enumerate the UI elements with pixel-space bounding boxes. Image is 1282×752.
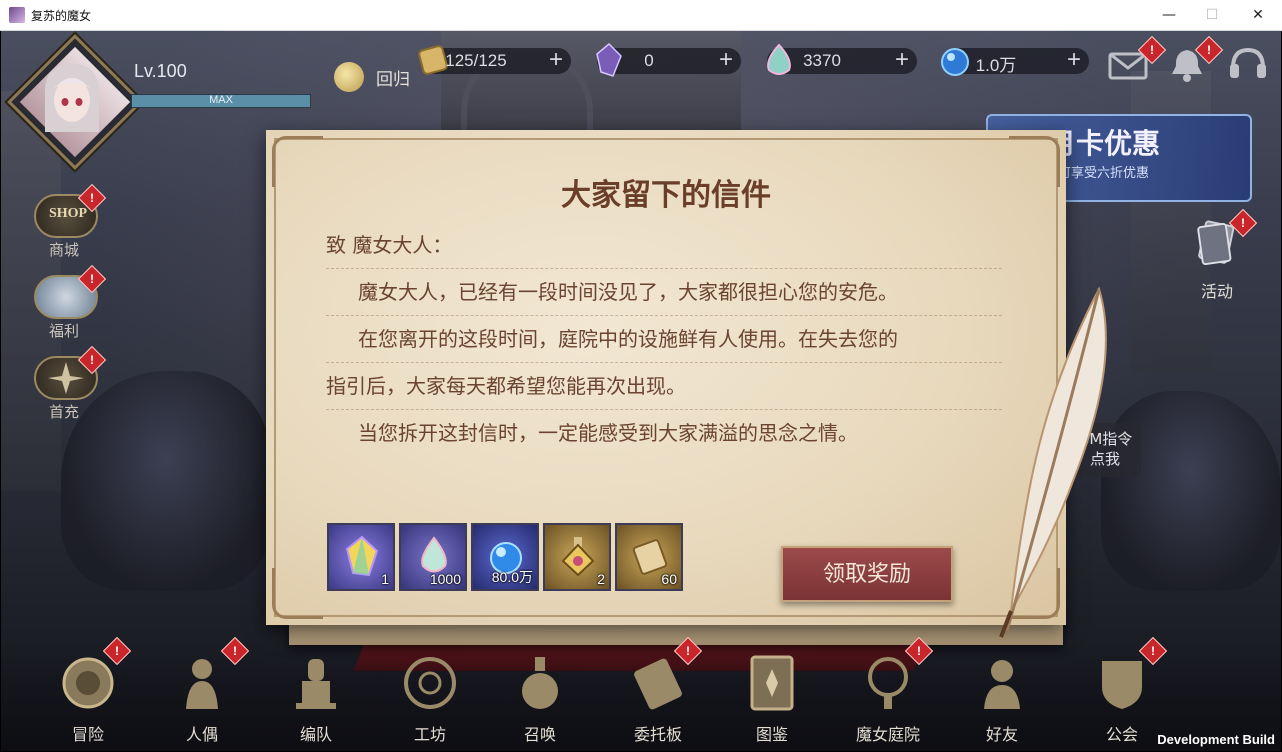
nav-formation[interactable]: 编队 xyxy=(271,653,361,751)
nav-workshop[interactable]: 工坊 xyxy=(385,653,475,751)
balloon-icon xyxy=(334,62,364,92)
banner-subtitle: 可享受六折优惠 xyxy=(1058,166,1150,181)
guild-icon xyxy=(1102,661,1142,709)
reward-qty: 2 xyxy=(597,571,605,587)
quill-feather-icon xyxy=(999,286,1107,638)
resource-stamina[interactable]: 125/125 + xyxy=(418,45,571,75)
support-headset-icon[interactable] xyxy=(1227,44,1269,84)
adventure-icon xyxy=(62,657,114,709)
nav-codex-label: 图鉴 xyxy=(755,725,788,744)
reward-qty: 60 xyxy=(661,571,677,587)
doll-icon xyxy=(186,659,218,709)
nav-guild[interactable]: 公会 xyxy=(1077,653,1167,751)
stamina-add-button[interactable]: + xyxy=(549,46,563,74)
prism-crystal-icon xyxy=(345,535,379,577)
friends-icon xyxy=(984,660,1020,709)
gem-add-button[interactable]: + xyxy=(895,46,909,74)
nav-formation-label: 编队 xyxy=(299,725,332,744)
codex-icon xyxy=(750,655,794,711)
app-icon xyxy=(9,7,25,23)
side-shop-label: 商城 xyxy=(48,241,79,259)
player-level: Lv.100 xyxy=(134,61,187,81)
nav-summon-label: 召唤 xyxy=(523,725,556,744)
stamina-value: 125/125 xyxy=(445,51,507,70)
bottom-nav: 冒险 人偶 编队 工坊 召唤 委托板 图鉴 魔女庭院 好友 公会 xyxy=(1,641,1281,751)
corner-ornament xyxy=(272,568,323,619)
window-title: 复苏的魔女 xyxy=(31,9,92,23)
side-welfare-label: 福利 xyxy=(48,322,79,340)
close-button[interactable]: ✕ xyxy=(1235,0,1281,30)
resource-crystal[interactable]: 0 + xyxy=(596,42,741,77)
reward-item[interactable]: 2 xyxy=(543,523,611,591)
gold-value: 1.0万 xyxy=(975,56,1017,75)
nav-codex[interactable]: 图鉴 xyxy=(727,653,817,751)
commission-icon xyxy=(634,658,682,710)
nav-adventure[interactable]: 冒险 xyxy=(43,653,133,751)
nav-guild-label: 公会 xyxy=(1105,725,1138,744)
letter-line: 指引后，大家每天都希望您能再次出现。 xyxy=(326,363,1002,410)
gem-value: 3370 xyxy=(803,51,841,70)
maximize-button[interactable]: ☐ xyxy=(1189,0,1235,30)
reward-item[interactable]: 60 xyxy=(615,523,683,591)
exp-text: MAX xyxy=(209,94,233,106)
player-avatar[interactable] xyxy=(41,62,103,132)
garden-icon xyxy=(868,657,908,709)
reward-item[interactable]: 80.0万 xyxy=(471,523,539,591)
chess-icon xyxy=(296,659,336,709)
minimize-button[interactable]: — xyxy=(1146,0,1192,30)
development-build-label: Development Build xyxy=(1157,732,1275,747)
crystal-value: 0 xyxy=(644,51,654,70)
game-viewport: Lv.100 MAX 回归 125/125 + 0 + 3370 + 1.0万 … xyxy=(1,31,1281,751)
letter-line: 当您拆开这封信时，一定能感受到大家满溢的思念之情。 xyxy=(358,421,858,445)
letter-salutation: 致 魔女大人： xyxy=(326,222,1002,269)
exp-bar: MAX xyxy=(131,94,311,108)
side-first-charge-label: 首充 xyxy=(48,403,79,421)
resource-gold[interactable]: 1.0万 + xyxy=(941,46,1089,76)
claim-reward-button[interactable]: 领取奖励 xyxy=(781,546,953,602)
reward-item[interactable]: 1 xyxy=(327,523,395,591)
letter-line: 在您离开的这段时间，庭院中的设施鲜有人使用。在失去您的 xyxy=(326,316,1002,363)
nav-adventure-label: 冒险 xyxy=(71,725,104,744)
resource-gem[interactable]: 3370 + xyxy=(767,43,917,75)
nav-workshop-label: 工坊 xyxy=(413,725,446,744)
window-titlebar: 复苏的魔女 — ☐ ✕ xyxy=(0,0,1282,31)
return-label: 回归 xyxy=(376,70,410,90)
potion-icon xyxy=(561,537,595,577)
gold-add-button[interactable]: + xyxy=(1067,46,1081,74)
nav-summon[interactable]: 召唤 xyxy=(495,653,585,751)
letter-dialog: 大家留下的信件 致 魔女大人： 魔女大人，已经有一段时间没见了，大家都很担心您的… xyxy=(266,130,1066,625)
nav-garden-label: 魔女庭院 xyxy=(855,725,920,744)
letter-title: 大家留下的信件 xyxy=(561,178,771,213)
nav-garden[interactable]: 魔女庭院 xyxy=(843,653,933,751)
nav-commission-label: 委托板 xyxy=(633,725,682,744)
gargoyle-statue-right xyxy=(1101,391,1281,591)
nav-doll[interactable]: 人偶 xyxy=(157,653,247,751)
reward-item[interactable]: 1000 xyxy=(399,523,467,591)
nav-commission[interactable]: 委托板 xyxy=(613,653,703,751)
letter-body: 致 魔女大人： 魔女大人，已经有一段时间没见了，大家都很担心您的安危。 在您离开… xyxy=(326,222,1002,456)
activity-label: 活动 xyxy=(1200,282,1233,301)
letter-line: 魔女大人，已经有一段时间没见了，大家都很担心您的安危。 xyxy=(326,269,1002,316)
nav-friends[interactable]: 好友 xyxy=(957,653,1047,751)
nav-doll-label: 人偶 xyxy=(185,725,218,744)
workshop-icon xyxy=(404,657,456,709)
nav-friends-label: 好友 xyxy=(985,725,1018,744)
summon-icon xyxy=(522,657,558,709)
reward-qty: 1 xyxy=(381,571,389,587)
reward-qty: 80.0万 xyxy=(491,569,533,585)
crystal-add-button[interactable]: + xyxy=(719,46,733,74)
reward-qty: 1000 xyxy=(429,571,461,587)
